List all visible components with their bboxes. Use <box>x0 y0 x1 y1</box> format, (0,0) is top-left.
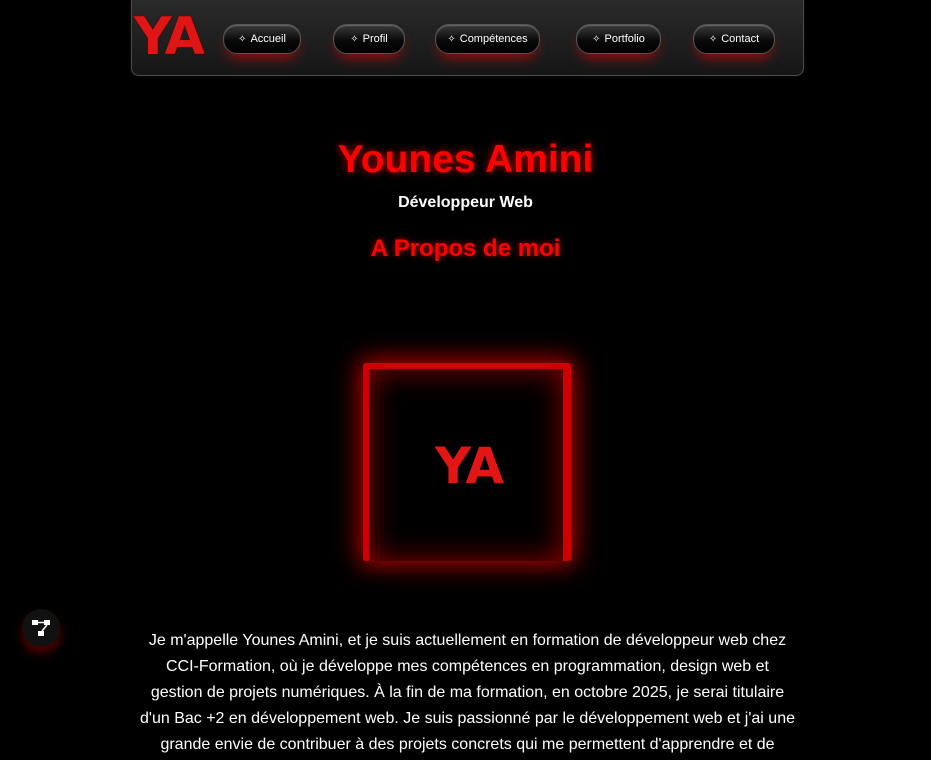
share-button[interactable] <box>22 609 60 647</box>
nav-label: Portfolio <box>604 33 645 45</box>
sparkle-icon: ✧ <box>238 34 247 45</box>
section-heading: A Propos de moi <box>370 235 561 262</box>
sparkle-icon: ✧ <box>447 34 456 45</box>
nav-portfolio[interactable]: ✧ Portfolio <box>576 24 661 54</box>
sparkle-icon: ✧ <box>350 34 359 45</box>
share-icon <box>32 620 50 636</box>
site-logo[interactable]: YA <box>134 10 222 64</box>
header-navbar: YA ✧ Accueil ✧ Profil ✧ Compétences ✧ Portfo… <box>131 0 804 76</box>
nav-accueil[interactable]: ✧ Accueil <box>223 24 301 54</box>
nav-profil[interactable]: ✧ Profil <box>333 24 405 54</box>
nav-label: Contact <box>721 33 760 45</box>
profile-logo: YA <box>434 437 504 495</box>
bio-paragraph: Je m'appelle Younes Amini, et je suis ac… <box>140 632 795 753</box>
page-title: Younes Amini <box>337 138 594 181</box>
sparkle-icon: ✧ <box>592 34 601 45</box>
nav-label: Compétences <box>459 33 528 45</box>
sparkle-icon: ✧ <box>708 34 718 45</box>
job-title: Développeur Web <box>398 194 533 211</box>
nav-competences[interactable]: ✧ Compétences <box>435 24 540 54</box>
nav-label: Accueil <box>250 33 286 45</box>
nav-contact[interactable]: ✧ Contact <box>693 24 775 54</box>
nav-label: Profil <box>362 33 388 45</box>
